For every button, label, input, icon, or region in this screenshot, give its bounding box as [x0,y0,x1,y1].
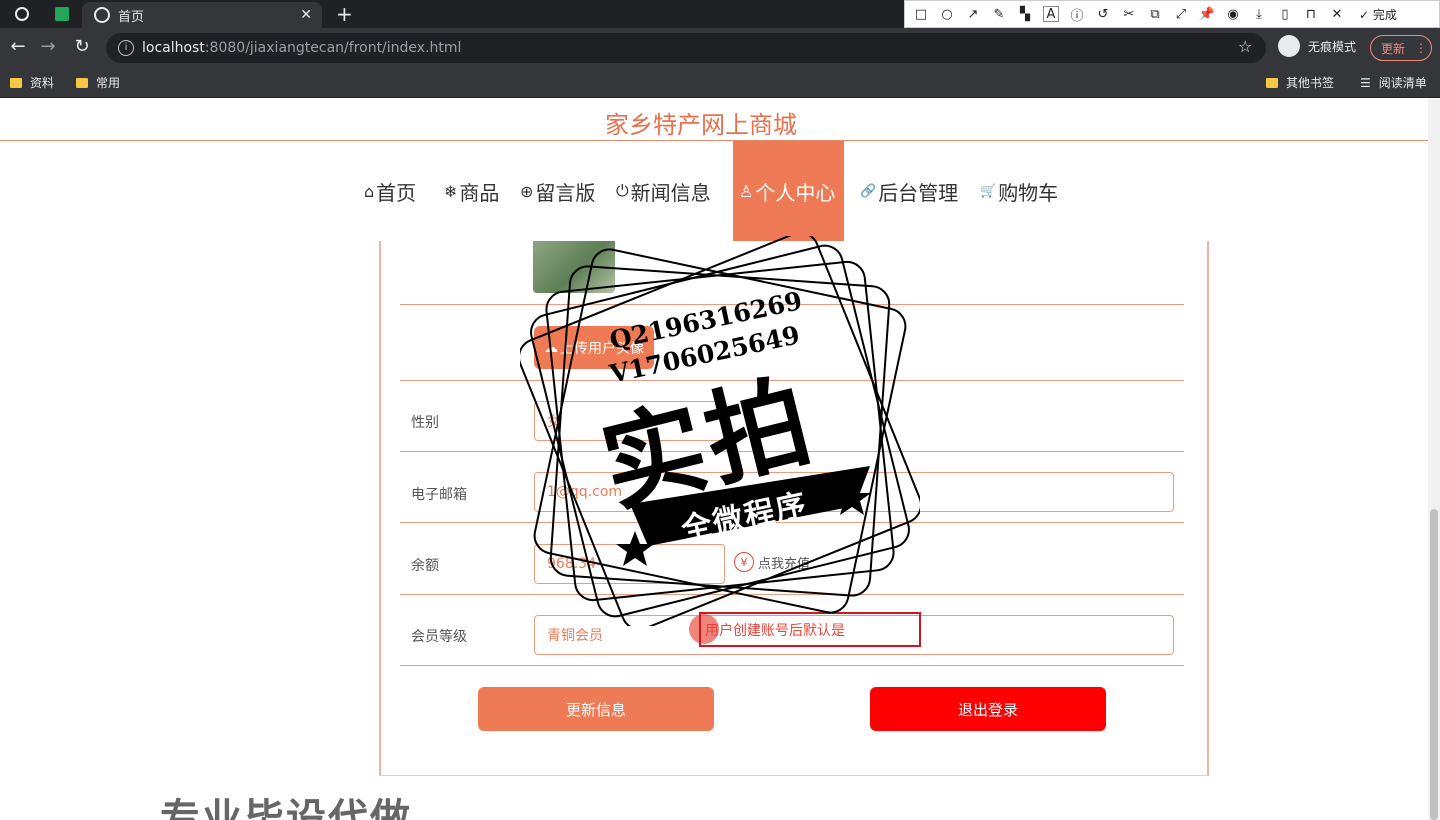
record-icon[interactable]: ◉ [1225,6,1241,22]
more-icon: ⋮ [1415,41,1428,55]
nav-news[interactable]: ⏻ 新闻信息 [616,141,711,241]
scissors-icon[interactable]: ✂ [1121,6,1137,22]
url-input[interactable]: i localhost:8080/jiaxiangtecan/front/ind… [106,33,1266,63]
folder-icon [76,77,88,88]
update-info-button[interactable]: 更新信息 [478,687,714,731]
nav-label: 商品 [459,180,500,205]
forward-icon[interactable]: → [36,36,60,57]
bookmark-icon[interactable]: ⊓ [1303,6,1319,22]
bookmarks-bar: 资料 常用 其他书签 ☰ 阅读清单 [0,68,1440,98]
reading-list-icon: ☰ [1360,75,1371,90]
url-path: :8080/jiaxiangtecan/front/index.html [204,40,462,56]
sheets-icon [55,7,69,21]
link-icon: 🔗 [860,183,877,199]
mosaic-icon[interactable]: ▚ [1017,6,1033,22]
gender-label: 性别 [411,415,439,431]
tab-title: 首页 [118,9,145,25]
update-label: 更新 [1381,41,1406,56]
nav-user-center[interactable]: ♙ 个人中心 [733,141,844,241]
text-tool-icon[interactable]: A [1043,6,1059,22]
snowflake-icon: ❄ [444,181,458,201]
cancel-icon[interactable]: ✕ [1329,6,1345,22]
update-info-label: 更新信息 [565,700,626,719]
logout-button[interactable]: 退出登录 [870,687,1106,731]
new-tab-button[interactable]: + [336,2,353,26]
done-button[interactable]: ✓ 完成 [1359,6,1397,23]
email-label: 电子邮箱 [411,487,467,503]
bookmark-label: 阅读清单 [1378,76,1427,90]
logout-label: 退出登录 [957,700,1018,719]
scrollbar-thumb[interactable] [1430,509,1438,820]
nav-home[interactable]: ⌂ 首页 [364,141,416,241]
nav-guestbook[interactable]: ⊕ 留言版 [520,141,595,241]
power-icon: ⏻ [616,181,629,200]
pin-icon[interactable]: 📌 [1199,6,1215,22]
bookmark-label: 资料 [30,76,55,90]
nav-cart[interactable]: 🛒 购物车 [980,141,1058,241]
browser-address-bar: ← → ↻ i localhost:8080/jiaxiangtecan/fro… [0,28,1440,68]
pinned-tab-sheets[interactable] [52,4,72,24]
bookmark-folder-0[interactable]: 资料 [10,74,54,91]
globe-icon [94,7,110,23]
page-scrollbar[interactable] [1428,99,1440,820]
bookmark-label: 常用 [96,76,121,90]
back-icon[interactable]: ← [6,36,30,57]
url-host: localhost [142,40,205,56]
row-divider [400,665,1184,666]
undo-icon[interactable]: ↺ [1095,6,1111,22]
download-icon[interactable]: ⤓ [1251,6,1267,22]
main-nav: ⌂ 首页 ❄ 商品 ⊕ 留言版 ⏻ 新闻信息 ♙ 个人中心 🔗 后台管理 🛒 购物车 [0,141,1428,241]
incognito-icon [1278,35,1300,57]
arrow-icon[interactable]: ↗ [965,6,981,22]
nav-label: 购物车 [998,180,1059,205]
nav-label: 新闻信息 [630,180,711,205]
nav-admin[interactable]: 🔗 后台管理 [860,141,958,241]
nav-label: 个人中心 [755,180,836,205]
cart-icon: 🛒 [980,183,997,199]
number-icon[interactable]: ⓘ [1069,6,1085,24]
browser-tab-active[interactable]: 首页 ✕ [82,2,322,28]
reload-icon[interactable]: ↻ [70,36,94,57]
circle-icon[interactable]: ○ [939,6,955,22]
pinned-tab-globe[interactable] [12,4,32,24]
annotation-toolbar: □ ○ ↗ ✎ ▚ A ⓘ ↺ ✂ ⧉ ⤢ 📌 ◉ ⤓ ▯ ⊓ ✕ ✓ 完成 [904,0,1440,28]
site-header: 家乡特产网上商城 [0,99,1428,141]
member-level-value: 青铜会员 [547,628,603,644]
nav-label: 留言版 [535,180,596,205]
user-icon: ♙ [739,181,754,201]
nav-label: 首页 [376,180,417,205]
promo-text: 专业毕设代做 [160,796,412,820]
rectangle-icon[interactable]: □ [913,6,929,22]
done-label: 完成 [1372,7,1397,22]
bookmark-star-icon[interactable]: ☆ [1238,37,1252,56]
other-bookmarks[interactable]: 其他书签 [1266,74,1334,91]
incognito-indicator[interactable]: 无痕模式 [1278,35,1356,57]
incognito-label: 无痕模式 [1308,39,1357,54]
close-icon[interactable]: ✕ [300,7,312,23]
info-icon[interactable]: i [118,40,134,56]
expand-icon[interactable]: ⤢ [1173,6,1189,22]
bookmark-label: 其他书签 [1286,76,1335,90]
nav-products[interactable]: ❄ 商品 [444,141,499,241]
reading-list[interactable]: ☰ 阅读清单 [1360,74,1427,91]
pencil-icon[interactable]: ✎ [991,6,1007,22]
globe-icon [15,7,29,21]
balance-label: 余额 [411,558,439,574]
site-title: 家乡特产网上商城 [605,111,797,139]
folder-icon [1266,77,1278,88]
folder-icon [10,77,22,88]
translate-icon[interactable]: ⧉ [1147,6,1163,22]
nav-label: 后台管理 [878,180,959,205]
member-level-label: 会员等级 [411,629,467,645]
bookmark-folder-1[interactable]: 常用 [76,74,120,91]
phone-icon[interactable]: ▯ [1277,6,1293,22]
globe-icon: ⊕ [520,181,534,201]
home-icon: ⌂ [364,181,375,201]
update-button[interactable]: 更新 ⋮ [1370,35,1432,61]
watermark-stamp-text: Q2196316269 V1706025649 实拍 全微程序 [520,236,920,626]
